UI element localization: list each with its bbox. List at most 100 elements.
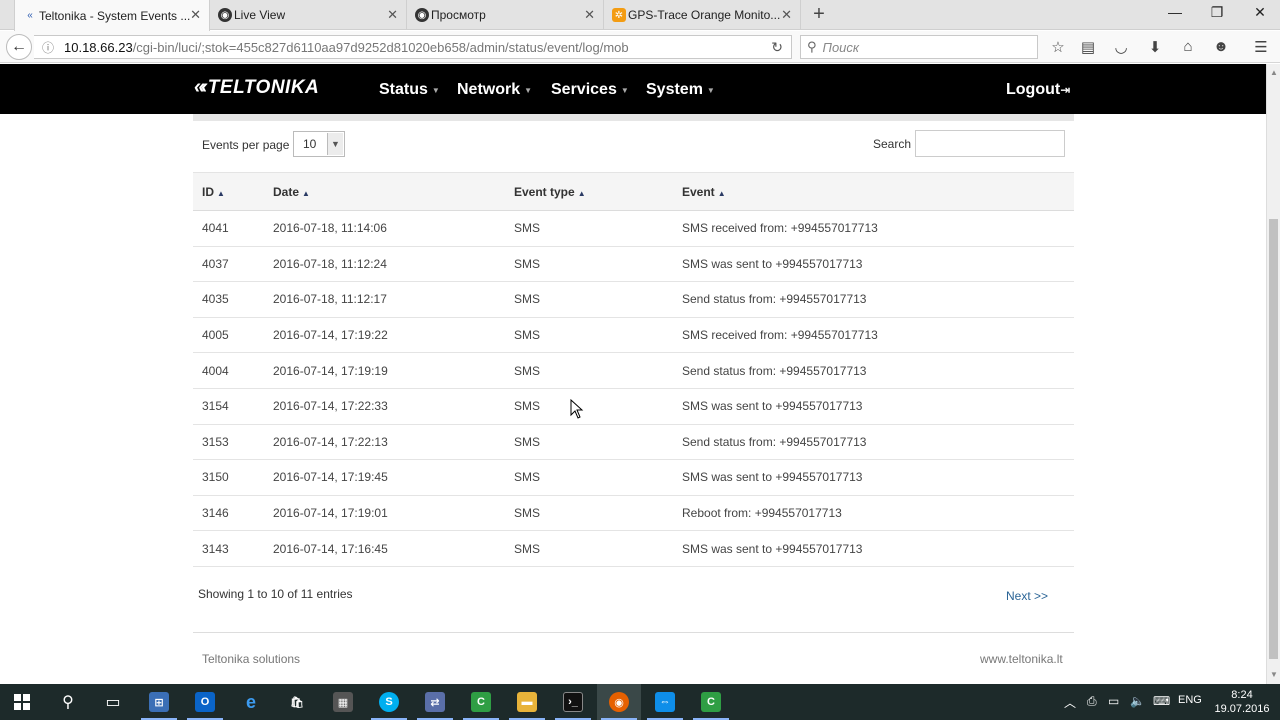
- taskbar-app-teamviewer[interactable]: ⇔: [643, 684, 687, 720]
- taskbar-search-button[interactable]: ⚲: [46, 684, 90, 720]
- bookmark-star-icon[interactable]: ☆: [1048, 38, 1068, 56]
- events-per-page-select[interactable]: 10 ▼: [293, 131, 345, 157]
- taskbar-clock[interactable]: 8:24 19.07.2016: [1212, 688, 1272, 716]
- download-icon[interactable]: ⬇: [1145, 38, 1165, 56]
- cell-date: 2016-07-18, 11:12:17: [264, 281, 505, 318]
- teltonika-chevron-icon: «‹: [194, 76, 208, 98]
- table-row: 4005 2016-07-14, 17:19:22 SMS SMS receiv…: [193, 317, 1074, 354]
- taskbar-app-store[interactable]: 🛍: [275, 684, 319, 720]
- cell-date: 2016-07-14, 17:16:45: [264, 530, 505, 567]
- column-header-event-type[interactable]: Event type ▲: [505, 172, 673, 211]
- tab-teltonika[interactable]: « Teltonika - System Events ... ✕: [14, 0, 210, 31]
- cell-event: SMS was sent to +994557017713: [673, 388, 1074, 425]
- chevron-down-icon[interactable]: ▼: [327, 133, 343, 155]
- events-per-page-label: Events per page: [202, 138, 290, 152]
- taskbar-app-explorer[interactable]: ▬: [505, 684, 549, 720]
- taskbar-app-terminal[interactable]: ›_: [551, 684, 595, 720]
- table-header-row: ID ▲ Date ▲ Event type ▲ Event ▲: [193, 172, 1074, 211]
- browser-search-input[interactable]: ⚲ Поиск: [800, 35, 1038, 59]
- table-row: 3154 2016-07-14, 17:22:33 SMS SMS was se…: [193, 388, 1074, 425]
- cell-event-type: SMS: [505, 424, 673, 461]
- minimize-button[interactable]: —: [1165, 4, 1185, 20]
- cell-event: SMS was sent to +994557017713: [673, 459, 1074, 496]
- taskbar-app-firefox[interactable]: ◉: [597, 684, 641, 720]
- column-header-date[interactable]: Date ▲: [264, 172, 505, 211]
- scroll-down-icon[interactable]: ▼: [1270, 670, 1278, 679]
- cell-id: 4005: [193, 317, 264, 354]
- terminal-icon: ›_: [563, 692, 583, 712]
- column-label: ID: [202, 184, 214, 199]
- logout-icon: ⇥: [1060, 83, 1071, 97]
- scroll-up-icon[interactable]: ▲: [1270, 68, 1278, 77]
- close-icon[interactable]: ✕: [387, 7, 398, 23]
- table-row: 3153 2016-07-14, 17:22:13 SMS Send statu…: [193, 424, 1074, 461]
- menu-services[interactable]: Services ▼: [551, 81, 629, 99]
- restore-button[interactable]: ❐: [1207, 4, 1227, 21]
- menu-status[interactable]: Status ▼: [379, 81, 440, 99]
- cell-id: 4041: [193, 210, 264, 247]
- taskbar-app-camtasia-recorder[interactable]: C: [689, 684, 733, 720]
- reload-icon[interactable]: ↻: [771, 39, 783, 56]
- new-tab-button[interactable]: +: [808, 3, 830, 26]
- tab-prosmotr[interactable]: ◉ Просмотр ✕: [407, 0, 604, 30]
- keyboard-icon[interactable]: ⌨: [1153, 694, 1170, 708]
- scrollbar-thumb[interactable]: [1269, 219, 1278, 659]
- smiley-icon[interactable]: ☻: [1211, 38, 1231, 55]
- events-table: ID ▲ Date ▲ Event type ▲ Event ▲ 4041 2016-0…: [193, 172, 1074, 567]
- reading-list-icon[interactable]: ▤: [1078, 38, 1098, 56]
- window-close-button[interactable]: ✕: [1250, 4, 1270, 21]
- url-bar[interactable]: ⓘ 10.18.66.23/cgi-bin/luci/;stok=455c827…: [34, 35, 792, 59]
- column-header-id[interactable]: ID ▲: [193, 172, 264, 211]
- cell-date: 2016-07-18, 11:14:06: [264, 210, 505, 247]
- input-language[interactable]: ENG: [1178, 694, 1202, 706]
- taskbar-app-skype[interactable]: S: [367, 684, 411, 720]
- logout-button[interactable]: Logout⇥: [1006, 81, 1070, 99]
- tray-device-icon[interactable]: ⎙: [1087, 694, 1097, 709]
- search-input[interactable]: [915, 130, 1065, 157]
- page-scrollbar[interactable]: ▲ ▼: [1266, 64, 1280, 684]
- column-label: Date: [273, 184, 300, 199]
- teltonika-logo[interactable]: «‹ TELTONIKA: [194, 76, 319, 99]
- footer-website-link[interactable]: www.teltonika.lt: [980, 652, 1063, 666]
- task-view-button[interactable]: ▭: [91, 684, 135, 720]
- cell-date: 2016-07-14, 17:19:01: [264, 495, 505, 532]
- column-label: Event type: [514, 184, 575, 199]
- caret-down-icon: ▼: [524, 85, 533, 95]
- table-row: 3150 2016-07-14, 17:19:45 SMS SMS was se…: [193, 459, 1074, 496]
- start-button[interactable]: [0, 684, 44, 720]
- menu-network[interactable]: Network ▼: [457, 81, 532, 99]
- close-icon[interactable]: ✕: [781, 7, 792, 23]
- tab-live-view[interactable]: ◉ Live View ✕: [210, 0, 407, 30]
- taskbar-app-network[interactable]: ⇄: [413, 684, 457, 720]
- close-icon[interactable]: ✕: [584, 7, 595, 23]
- sort-icon: ▲: [717, 188, 726, 198]
- pocket-icon[interactable]: ◡: [1111, 38, 1131, 56]
- home-icon[interactable]: ⌂: [1178, 38, 1198, 55]
- tab-label: GPS-Trace Orange Monito...: [628, 8, 781, 22]
- footer-company: Teltonika solutions: [202, 652, 301, 666]
- menu-label: Services: [551, 81, 617, 98]
- menu-icon[interactable]: ☰: [1251, 38, 1271, 56]
- back-button[interactable]: ←: [6, 34, 32, 60]
- menu-system[interactable]: System ▼: [646, 81, 715, 99]
- cell-event: SMS was sent to +994557017713: [673, 246, 1074, 283]
- taskbar-app-camtasia[interactable]: C: [459, 684, 503, 720]
- cell-date: 2016-07-18, 11:12:24: [264, 246, 505, 283]
- tray-expand-icon[interactable]: ︿: [1064, 694, 1076, 711]
- cell-id: 3153: [193, 424, 264, 461]
- taskbar-app-outlook[interactable]: O: [183, 684, 227, 720]
- close-icon[interactable]: ✕: [190, 7, 201, 23]
- next-page-link[interactable]: Next >>: [1006, 589, 1048, 603]
- clock-time: 8:24: [1231, 689, 1253, 701]
- column-header-event[interactable]: Event ▲: [673, 172, 1074, 211]
- logout-label: Logout: [1006, 81, 1061, 98]
- taskbar-app-remote[interactable]: ⊞: [137, 684, 181, 720]
- info-icon[interactable]: ⓘ: [38, 39, 58, 56]
- network-icon[interactable]: ▭: [1108, 694, 1119, 708]
- cell-date: 2016-07-14, 17:19:45: [264, 459, 505, 496]
- volume-icon[interactable]: 🔈: [1130, 694, 1145, 708]
- taskbar-app-calculator[interactable]: ▦: [321, 684, 365, 720]
- tab-gps-trace[interactable]: ✲ GPS-Trace Orange Monito... ✕: [604, 0, 801, 30]
- taskbar-app-edge[interactable]: e: [229, 684, 273, 720]
- url-host: 10.18.66.23: [64, 39, 133, 55]
